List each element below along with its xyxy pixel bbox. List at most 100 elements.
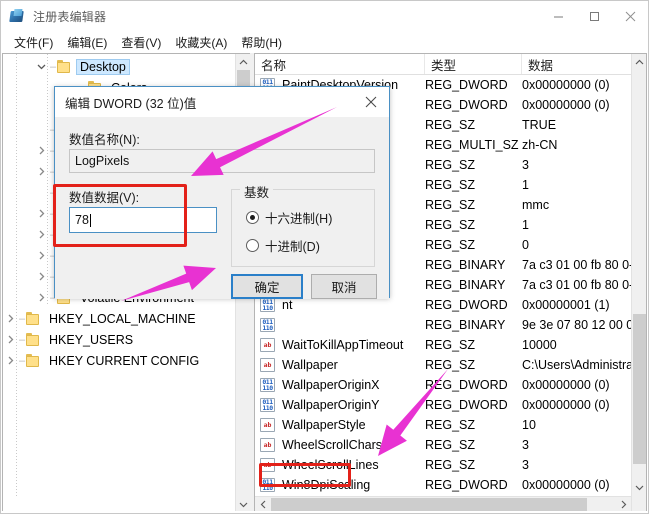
cell-type: REG_SZ bbox=[425, 198, 522, 212]
cell-name: 011110 bbox=[255, 318, 425, 332]
cell-type: REG_SZ bbox=[425, 418, 522, 432]
table-row[interactable]: abWallpaperStyleREG_SZ10 bbox=[255, 415, 631, 435]
cell-type: REG_SZ bbox=[425, 118, 522, 132]
tree-item-label: HKEY_LOCAL_MACHINE bbox=[46, 312, 199, 326]
cancel-button[interactable]: 取消 bbox=[311, 274, 377, 299]
cell-type: REG_SZ bbox=[425, 238, 522, 252]
table-row[interactable]: 011110WallpaperOriginYREG_DWORD0x0000000… bbox=[255, 395, 631, 415]
radio-decimal-label: 十进制(D) bbox=[265, 236, 320, 255]
menu-item-help[interactable]: 帮助(H) bbox=[234, 32, 289, 53]
binary-value-icon: 011110 bbox=[260, 318, 275, 332]
maximize-icon[interactable] bbox=[576, 1, 612, 31]
list-header: 名称 类型 数据 bbox=[255, 54, 631, 75]
scroll-up-icon[interactable] bbox=[236, 54, 250, 70]
chevron-right-icon[interactable] bbox=[34, 203, 49, 224]
cell-name: abWallpaper bbox=[255, 358, 425, 372]
scroll-down-icon[interactable] bbox=[632, 479, 647, 495]
base-group: 基数 十六进制(H) 十进制(D) bbox=[231, 189, 375, 267]
table-row[interactable]: abWallpaperREG_SZC:\Users\Administra bbox=[255, 355, 631, 375]
cell-data: 7a c3 01 00 fb 80 0- bbox=[522, 258, 631, 272]
list-hscroll-thumb[interactable] bbox=[271, 498, 587, 511]
menu-bar: 文件(F) 编辑(E) 查看(V) 收藏夹(A) 帮助(H) bbox=[1, 31, 648, 53]
value-data-input[interactable]: 78 bbox=[69, 207, 217, 233]
status-bar bbox=[2, 511, 649, 513]
window-controls bbox=[540, 1, 648, 31]
dialog-title-bar: 编辑 DWORD (32 位)值 bbox=[55, 87, 389, 117]
chevron-right-icon[interactable] bbox=[3, 329, 18, 350]
cell-data: 9e 3e 07 80 12 00 0 bbox=[522, 318, 631, 332]
cell-type: REG_SZ bbox=[425, 158, 522, 172]
tree-item-desktop[interactable]: – Desktop bbox=[3, 56, 235, 77]
radio-hexadecimal[interactable]: 十六进制(H) bbox=[246, 208, 332, 227]
folder-icon bbox=[26, 333, 41, 346]
chevron-right-icon[interactable] bbox=[34, 161, 49, 182]
folder-icon bbox=[57, 60, 72, 73]
folder-icon bbox=[26, 312, 41, 325]
cell-type: REG_DWORD bbox=[425, 98, 522, 112]
chevron-right-icon[interactable] bbox=[3, 308, 18, 329]
value-name-label: 数值名称(N): bbox=[69, 129, 140, 148]
menu-item-edit[interactable]: 编辑(E) bbox=[60, 32, 114, 53]
cell-name: 011110WallpaperOriginX bbox=[255, 378, 425, 392]
cell-data: 1 bbox=[522, 178, 631, 192]
column-header-name[interactable]: 名称 bbox=[255, 54, 425, 74]
chevron-down-icon[interactable] bbox=[34, 56, 49, 77]
menu-item-favorites[interactable]: 收藏夹(A) bbox=[168, 32, 234, 53]
scroll-down-icon[interactable] bbox=[236, 496, 250, 512]
cell-data: 1 bbox=[522, 218, 631, 232]
list-horizontal-scrollbar[interactable] bbox=[255, 496, 631, 512]
cell-data: TRUE bbox=[522, 118, 631, 132]
cell-data: 3 bbox=[522, 438, 631, 452]
value-name-input[interactable]: LogPixels bbox=[69, 149, 375, 173]
string-value-icon: ab bbox=[260, 418, 275, 432]
base-group-label: 基数 bbox=[240, 182, 273, 201]
string-value-icon: ab bbox=[260, 338, 275, 352]
menu-item-file[interactable]: 文件(F) bbox=[7, 32, 60, 53]
ok-button[interactable]: 确定 bbox=[231, 274, 303, 299]
table-row[interactable]: 011110WallpaperOriginXREG_DWORD0x0000000… bbox=[255, 375, 631, 395]
table-row[interactable]: abWheelScrollCharsREG_SZ3 bbox=[255, 435, 631, 455]
tree-item-hkey-local-machine[interactable]: –HKEY_LOCAL_MACHINE bbox=[3, 308, 235, 329]
cell-data: 0x00000000 (0) bbox=[522, 398, 631, 412]
table-row[interactable]: 011110Win8DpiScalingREG_DWORD0x00000000 … bbox=[255, 475, 631, 495]
folder-icon bbox=[26, 354, 41, 367]
minimize-icon[interactable] bbox=[540, 1, 576, 31]
tree-item-hkey-current-config[interactable]: –HKEY CURRENT CONFIG bbox=[3, 350, 235, 371]
chevron-right-icon[interactable] bbox=[34, 245, 49, 266]
chevron-right-icon[interactable] bbox=[3, 350, 18, 371]
table-row[interactable]: abWaitToKillAppTimeoutREG_SZ10000 bbox=[255, 335, 631, 355]
string-value-icon: ab bbox=[260, 438, 275, 452]
tree-connector: – bbox=[49, 56, 57, 77]
table-row[interactable]: abWheelScrollLinesREG_SZ3 bbox=[255, 455, 631, 475]
value-name-text: WheelScrollLines bbox=[280, 458, 381, 472]
cell-type: REG_DWORD bbox=[425, 378, 522, 392]
cell-data: 10000 bbox=[522, 338, 631, 352]
cell-data: C:\Users\Administra bbox=[522, 358, 631, 372]
tree-item-hkey-users[interactable]: –HKEY_USERS bbox=[3, 329, 235, 350]
cell-type: REG_SZ bbox=[425, 178, 522, 192]
cell-type: REG_SZ bbox=[425, 338, 522, 352]
dialog-close-icon[interactable] bbox=[353, 87, 389, 117]
close-icon[interactable] bbox=[612, 1, 648, 31]
list-scroll-thumb[interactable] bbox=[633, 314, 646, 464]
chevron-right-icon[interactable] bbox=[34, 224, 49, 245]
cell-name: abWheelScrollLines bbox=[255, 458, 425, 472]
column-header-type[interactable]: 类型 bbox=[425, 54, 522, 74]
cell-type: REG_DWORD bbox=[425, 398, 522, 412]
chevron-right-icon[interactable] bbox=[34, 266, 49, 287]
value-name-text: nt bbox=[280, 298, 294, 312]
radio-decimal[interactable]: 十进制(D) bbox=[246, 236, 320, 255]
tree-item-label: Desktop bbox=[77, 60, 129, 74]
menu-item-view[interactable]: 查看(V) bbox=[114, 32, 168, 53]
value-data-label: 数值数据(V): bbox=[69, 187, 139, 206]
chevron-right-icon[interactable] bbox=[34, 287, 49, 308]
cell-type: REG_SZ bbox=[425, 218, 522, 232]
window-title: 注册表编辑器 bbox=[33, 8, 106, 25]
cell-name: 011110nt bbox=[255, 298, 425, 312]
chevron-right-icon[interactable] bbox=[34, 140, 49, 161]
table-row[interactable]: 011110REG_BINARY9e 3e 07 80 12 00 0 bbox=[255, 315, 631, 335]
column-header-data[interactable]: 数据 bbox=[522, 54, 631, 74]
cell-name: abWallpaperStyle bbox=[255, 418, 425, 432]
scroll-up-icon[interactable] bbox=[632, 54, 647, 70]
list-vertical-scrollbar[interactable] bbox=[631, 54, 646, 512]
